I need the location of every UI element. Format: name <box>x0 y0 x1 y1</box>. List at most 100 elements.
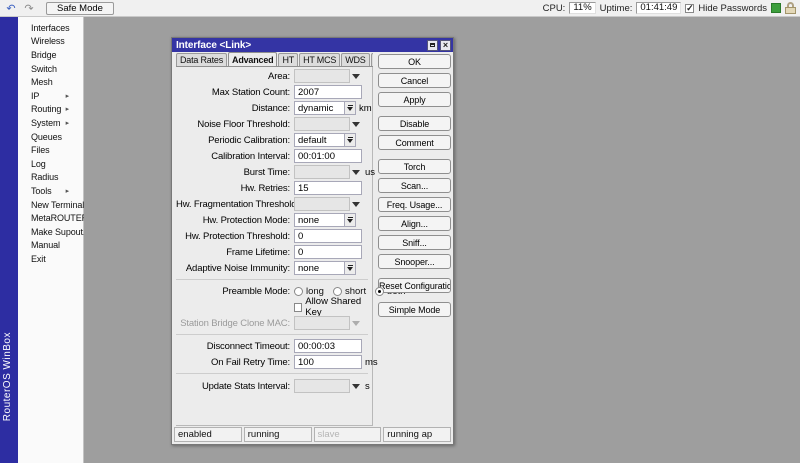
max-station-count-input[interactable] <box>294 85 362 99</box>
adaptive-noise-immunity-input[interactable] <box>295 262 344 274</box>
tab-advanced[interactable]: Advanced <box>228 52 278 66</box>
periodic-calibration-input[interactable] <box>295 134 344 146</box>
redo-icon[interactable]: ↷ <box>22 2 36 15</box>
sidebar-item-wireless[interactable]: Wireless <box>18 35 83 49</box>
sidebar-item-manual[interactable]: Manual <box>18 239 83 253</box>
preamble-short-radio[interactable] <box>332 286 342 296</box>
brand-text: RouterOS WinBox <box>2 331 13 421</box>
field-update-stats-interval: Update Stats Interval: s <box>201 379 370 393</box>
sidebar-item-log[interactable]: Log <box>18 157 83 171</box>
uptime-label: Uptime: <box>599 2 633 14</box>
sidebar-item-bridge[interactable]: Bridge <box>18 48 83 62</box>
distance-combo[interactable] <box>294 101 356 115</box>
advanced-form: Area: Max Station Count: Distance: <box>176 67 406 426</box>
on-fail-retry-time-input[interactable] <box>294 355 362 369</box>
hw-retries-input[interactable] <box>294 181 362 195</box>
allow-shared-key-checkbox[interactable] <box>294 302 303 312</box>
disconnect-timeout-input[interactable] <box>294 339 362 353</box>
cancel-button[interactable]: Cancel <box>378 73 451 88</box>
close-window-icon[interactable]: × <box>440 39 451 51</box>
preamble-long-radio[interactable] <box>294 286 303 296</box>
noise-floor-dropdown-icon[interactable] <box>350 117 362 131</box>
undo-icon[interactable]: ↶ <box>4 2 18 15</box>
tab-wds[interactable]: WDS <box>341 53 370 66</box>
hw-protection-threshold-input[interactable] <box>294 229 362 243</box>
distance-combo-dropdown-icon[interactable] <box>344 102 355 114</box>
field-frame-lifetime: Frame Lifetime: <box>176 244 372 260</box>
sidebar-item-new-terminal[interactable]: New Terminal <box>18 198 84 212</box>
snooper-button[interactable]: Snooper... <box>378 254 451 269</box>
sidebar-item-system[interactable]: System ▸ <box>18 116 83 130</box>
hide-passwords-label: Hide Passwords <box>698 2 767 14</box>
sidebar-item-ip[interactable]: IP ▸ <box>18 89 83 103</box>
periodic-calibration-combo[interactable] <box>294 133 356 147</box>
dialog-title: Interface <Link> <box>176 39 252 51</box>
burst-time-dropdown-icon[interactable] <box>350 165 362 179</box>
field-burst-time: Burst Time: us <box>243 165 376 179</box>
safe-mode-button[interactable]: Safe Mode <box>46 1 114 15</box>
tab-ht[interactable]: HT <box>278 53 299 66</box>
sidebar-item-tools[interactable]: Tools ▸ <box>18 184 83 198</box>
restore-window-icon[interactable] <box>427 39 438 51</box>
comment-button[interactable]: Comment <box>378 135 451 150</box>
field-disconnect-timeout: Disconnect Timeout: <box>176 338 372 354</box>
sidebar-item-exit[interactable]: Exit <box>18 252 83 266</box>
station-bridge-clone-mac-input <box>294 316 350 330</box>
sidebar-item-switch[interactable]: Switch <box>18 62 83 76</box>
hw-protection-mode-combo[interactable] <box>294 213 356 227</box>
hw-protection-mode-input[interactable] <box>295 214 344 226</box>
field-noise-floor-threshold: Noise Floor Threshold: <box>176 116 372 132</box>
tab-data-rates[interactable]: Data Rates <box>176 53 228 66</box>
sidebar-item-interfaces[interactable]: Interfaces <box>18 21 83 35</box>
freq-usage-button[interactable]: Freq. Usage... <box>378 197 451 212</box>
calibration-interval-input[interactable] <box>294 149 362 163</box>
dialog-titlebar[interactable]: Interface <Link> × <box>172 38 453 52</box>
sidebar-item-files[interactable]: Files <box>18 143 83 157</box>
field-periodic-calibration: Periodic Calibration: <box>176 132 372 148</box>
station-bridge-clone-mac-dropdown-icon <box>350 316 362 330</box>
sidebar-item-radius[interactable]: Radius <box>18 171 83 185</box>
form-separator <box>176 279 368 280</box>
tab-ht-mcs[interactable]: HT MCS <box>299 53 341 66</box>
sidebar-item-mesh[interactable]: Mesh <box>18 75 83 89</box>
dialog-tabs: Data Rates Advanced HT HT MCS WDS ... <box>176 52 373 67</box>
brand-strip: RouterOS WinBox <box>0 17 18 463</box>
field-max-station-count: Max Station Count: <box>176 84 372 100</box>
sidebar-item-routing[interactable]: Routing ▸ <box>18 103 83 117</box>
adaptive-noise-immunity-combo-dropdown-icon[interactable] <box>344 262 355 274</box>
hide-passwords-checkbox[interactable]: ✓ <box>685 3 695 13</box>
frame-lifetime-input[interactable] <box>294 245 362 259</box>
torch-button[interactable]: Torch <box>378 159 451 174</box>
preamble-both-radio[interactable] <box>375 286 385 296</box>
toolbar-status-area: CPU: 11% Uptime: 01:41:49 ✓ Hide Passwor… <box>543 2 796 14</box>
status-enabled: enabled <box>174 427 242 442</box>
update-stats-interval-unit: s <box>365 380 370 392</box>
ok-button[interactable]: OK <box>378 54 451 69</box>
sidebar-item-metarouter[interactable]: MetaROUTER <box>18 211 88 225</box>
sidebar-item-queues[interactable]: Queues <box>18 130 83 144</box>
dialog-statusbar: enabled running slave running ap <box>174 427 451 442</box>
cpu-value: 11% <box>569 2 596 14</box>
disable-button[interactable]: Disable <box>378 116 451 131</box>
apply-button[interactable]: Apply <box>378 92 451 107</box>
status-running-ap: running ap <box>383 427 451 442</box>
hw-fragmentation-dropdown-icon[interactable] <box>350 197 362 211</box>
simple-mode-button[interactable]: Simple Mode <box>378 302 451 317</box>
submenu-arrow-icon: ▸ <box>65 106 70 114</box>
distance-unit: km <box>359 102 372 114</box>
update-stats-interval-dropdown-icon[interactable] <box>350 379 362 393</box>
field-calibration-interval: Calibration Interval: <box>176 148 372 164</box>
hw-protection-mode-combo-dropdown-icon[interactable] <box>344 214 355 226</box>
sidebar-item-make-supout[interactable]: Make Supout.rif <box>18 225 93 239</box>
field-on-fail-retry-time: On Fail Retry Time: ms <box>176 354 378 370</box>
reset-configuration-button[interactable]: Reset Configuration <box>378 278 451 293</box>
adaptive-noise-immunity-combo[interactable] <box>294 261 356 275</box>
periodic-calibration-combo-dropdown-icon[interactable] <box>344 134 355 146</box>
scan-button[interactable]: Scan... <box>378 178 451 193</box>
align-button[interactable]: Align... <box>378 216 451 231</box>
uptime-value: 01:41:49 <box>636 2 682 14</box>
sniff-button[interactable]: Sniff... <box>378 235 451 250</box>
distance-input[interactable] <box>295 102 344 114</box>
area-dropdown-icon[interactable] <box>350 69 362 83</box>
connection-quality-icon <box>771 3 781 13</box>
